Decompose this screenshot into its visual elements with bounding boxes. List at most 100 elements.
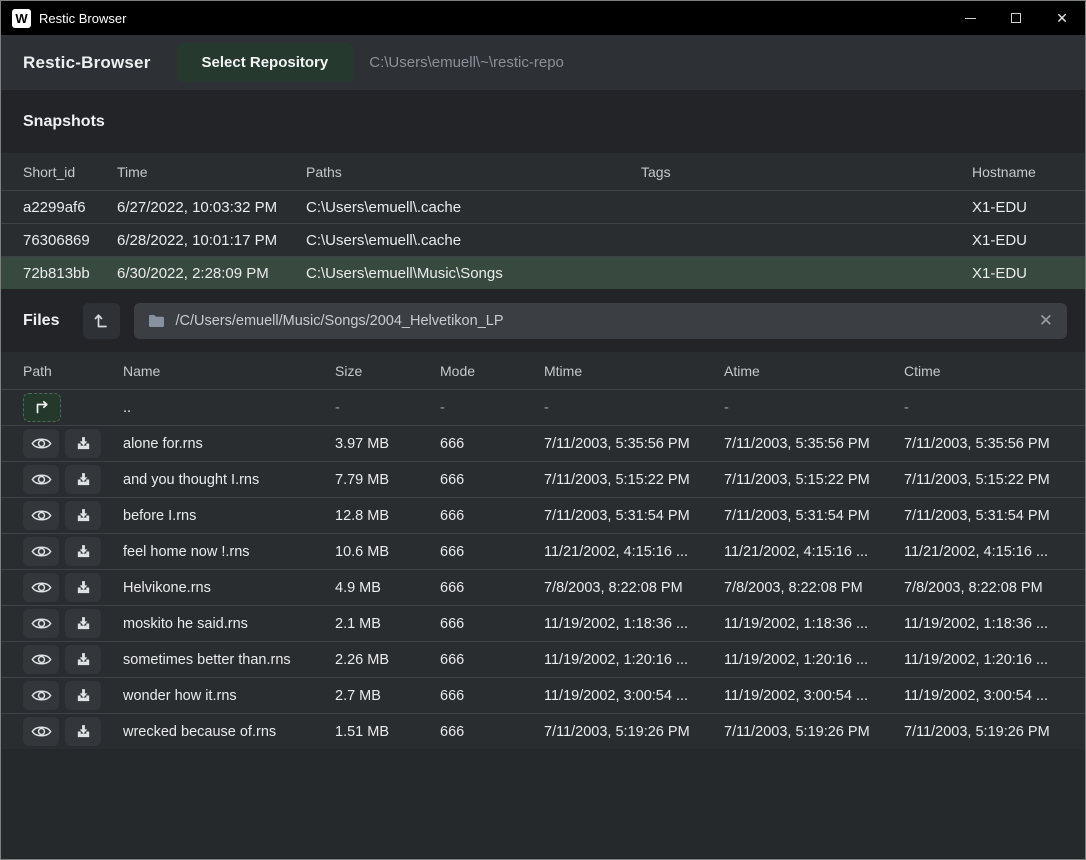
column-header-name: Name [123, 363, 335, 379]
files-section-header: Files /C/Users/emuell/Music/Songs/2004_H… [1, 289, 1085, 352]
eye-icon [31, 472, 52, 487]
file-ctime: 7/11/2003, 5:31:54 PM [904, 508, 1085, 524]
eye-icon [31, 688, 52, 703]
select-repository-button[interactable]: Select Repository [177, 43, 354, 82]
eye-icon [31, 724, 52, 739]
minimize-icon [965, 18, 976, 19]
preview-file-button[interactable] [23, 573, 59, 602]
eye-icon [31, 544, 52, 559]
snapshot-row[interactable]: a2299af6 6/27/2022, 10:03:32 PM C:\Users… [1, 190, 1085, 223]
file-mtime: - [544, 400, 724, 416]
preview-file-button[interactable] [23, 429, 59, 458]
file-name: sometimes better than.rns [123, 652, 335, 668]
column-header-mtime: Mtime [544, 363, 724, 379]
preview-file-button[interactable] [23, 465, 59, 494]
snapshot-shortid: 72b813bb [23, 265, 117, 282]
download-icon [75, 579, 92, 596]
eye-icon [31, 580, 52, 595]
preview-file-button[interactable] [23, 537, 59, 566]
snapshot-hostname: X1-EDU [972, 265, 1085, 282]
eye-icon [31, 508, 52, 523]
preview-file-button[interactable] [23, 681, 59, 710]
maximize-icon [1011, 13, 1021, 23]
download-file-button[interactable] [65, 429, 101, 458]
file-mtime: 7/11/2003, 5:15:22 PM [544, 472, 724, 488]
file-mode: 666 [440, 544, 544, 560]
eye-icon [31, 652, 52, 667]
file-name: wonder how it.rns [123, 688, 335, 704]
file-ctime: 7/8/2003, 8:22:08 PM [904, 580, 1085, 596]
column-header-ctime: Ctime [904, 363, 1085, 379]
preview-file-button[interactable] [23, 501, 59, 530]
download-file-button[interactable] [65, 609, 101, 638]
file-size: 3.97 MB [335, 436, 440, 452]
snapshot-row-selected[interactable]: 72b813bb 6/30/2022, 2:28:09 PM C:\Users\… [1, 256, 1085, 289]
column-header-path: Path [23, 363, 123, 379]
file-atime: 11/21/2002, 4:15:16 ... [724, 544, 904, 560]
file-ctime: 11/21/2002, 4:15:16 ... [904, 544, 1085, 560]
column-header-paths: Paths [306, 164, 641, 180]
download-icon [75, 435, 92, 452]
column-header-size: Size [335, 363, 440, 379]
file-name: before I.rns [123, 508, 335, 524]
files-heading: Files [23, 312, 59, 330]
download-file-button[interactable] [65, 537, 101, 566]
file-mode: 666 [440, 652, 544, 668]
download-file-button[interactable] [65, 573, 101, 602]
snapshot-hostname: X1-EDU [972, 199, 1085, 216]
file-row: wrecked because of.rns1.51 MB6667/11/200… [1, 713, 1085, 749]
download-file-button[interactable] [65, 681, 101, 710]
download-file-button[interactable] [65, 465, 101, 494]
download-file-button[interactable] [65, 645, 101, 674]
file-name: .. [123, 400, 335, 416]
up-level-button[interactable] [83, 303, 120, 339]
snapshot-row[interactable]: 76306869 6/28/2022, 10:01:17 PM C:\Users… [1, 223, 1085, 256]
file-size: 2.1 MB [335, 616, 440, 632]
preview-file-button[interactable] [23, 609, 59, 638]
empty-area [1, 749, 1085, 859]
file-row: alone for.rns3.97 MB6667/11/2003, 5:35:5… [1, 425, 1085, 461]
download-icon [75, 723, 92, 740]
snapshot-hostname: X1-EDU [972, 232, 1085, 249]
file-name: and you thought I.rns [123, 472, 335, 488]
close-button[interactable]: ✕ [1039, 1, 1085, 35]
file-atime: 11/19/2002, 1:18:36 ... [724, 616, 904, 632]
clear-path-button[interactable]: ✕ [1039, 312, 1053, 329]
file-size: 2.26 MB [335, 652, 440, 668]
file-size: 1.51 MB [335, 724, 440, 740]
file-ctime: 11/19/2002, 1:20:16 ... [904, 652, 1085, 668]
file-mode: 666 [440, 580, 544, 596]
up-level-arrow-icon [94, 312, 109, 329]
preview-file-button[interactable] [23, 717, 59, 746]
maximize-button[interactable] [993, 1, 1039, 35]
file-mtime: 7/11/2003, 5:35:56 PM [544, 436, 724, 452]
file-ctime: 7/11/2003, 5:15:22 PM [904, 472, 1085, 488]
snapshot-paths: C:\Users\emuell\.cache [306, 199, 641, 216]
go-up-directory-button[interactable] [23, 393, 61, 422]
file-atime: 7/11/2003, 5:19:26 PM [724, 724, 904, 740]
file-ctime: 11/19/2002, 3:00:54 ... [904, 688, 1085, 704]
download-icon [75, 615, 92, 632]
file-atime: 11/19/2002, 3:00:54 ... [724, 688, 904, 704]
download-file-button[interactable] [65, 717, 101, 746]
file-size: - [335, 400, 440, 416]
file-mtime: 7/11/2003, 5:19:26 PM [544, 724, 724, 740]
file-mtime: 11/19/2002, 1:20:16 ... [544, 652, 724, 668]
snapshots-table-header: Short_id Time Paths Tags Hostname [1, 153, 1085, 190]
file-mode: - [440, 400, 544, 416]
file-atime: 7/11/2003, 5:35:56 PM [724, 436, 904, 452]
current-path-input[interactable]: /C/Users/emuell/Music/Songs/2004_Helveti… [134, 303, 1067, 339]
file-name: moskito he said.rns [123, 616, 335, 632]
preview-file-button[interactable] [23, 645, 59, 674]
file-size: 10.6 MB [335, 544, 440, 560]
file-ctime: - [904, 400, 1085, 416]
file-row: moskito he said.rns2.1 MB66611/19/2002, … [1, 605, 1085, 641]
file-atime: 7/8/2003, 8:22:08 PM [724, 580, 904, 596]
download-file-button[interactable] [65, 501, 101, 530]
eye-icon [31, 616, 52, 631]
minimize-button[interactable] [947, 1, 993, 35]
file-mode: 666 [440, 472, 544, 488]
download-icon [75, 687, 92, 704]
snapshots-section-header: Snapshots [1, 90, 1085, 153]
file-atime: 7/11/2003, 5:31:54 PM [724, 508, 904, 524]
